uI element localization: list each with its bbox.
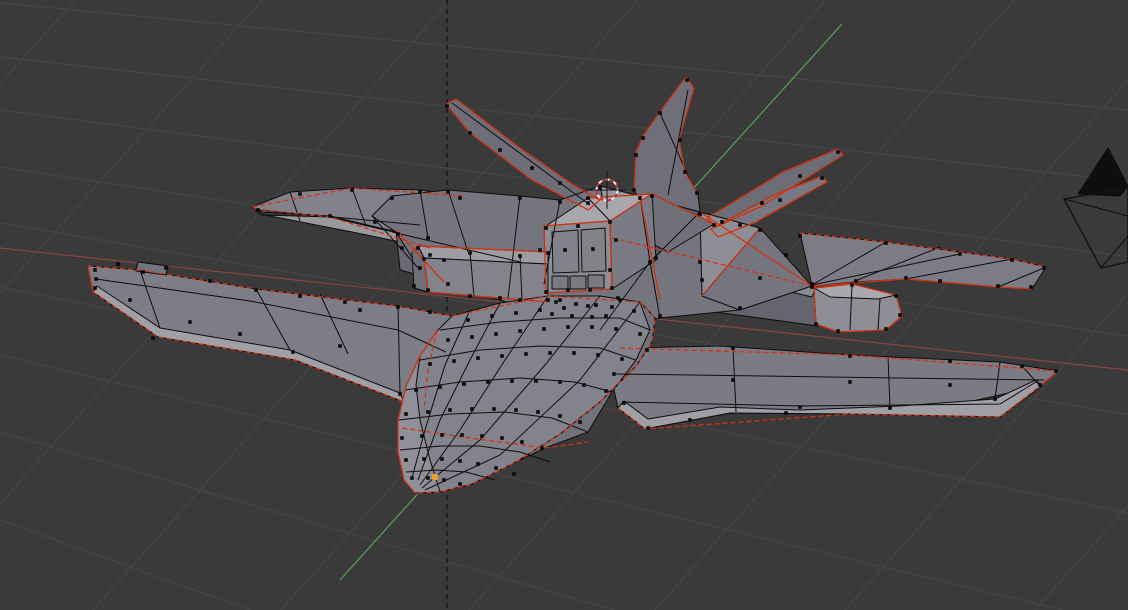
cube-slot-3[interactable] — [588, 275, 604, 288]
cube-slot-2[interactable] — [570, 276, 586, 289]
cube-slot-1[interactable] — [552, 276, 568, 289]
blender-3d-viewport[interactable] — [0, 0, 1128, 610]
viewport-canvas[interactable] — [0, 0, 1128, 610]
active-vertex[interactable] — [432, 474, 438, 480]
